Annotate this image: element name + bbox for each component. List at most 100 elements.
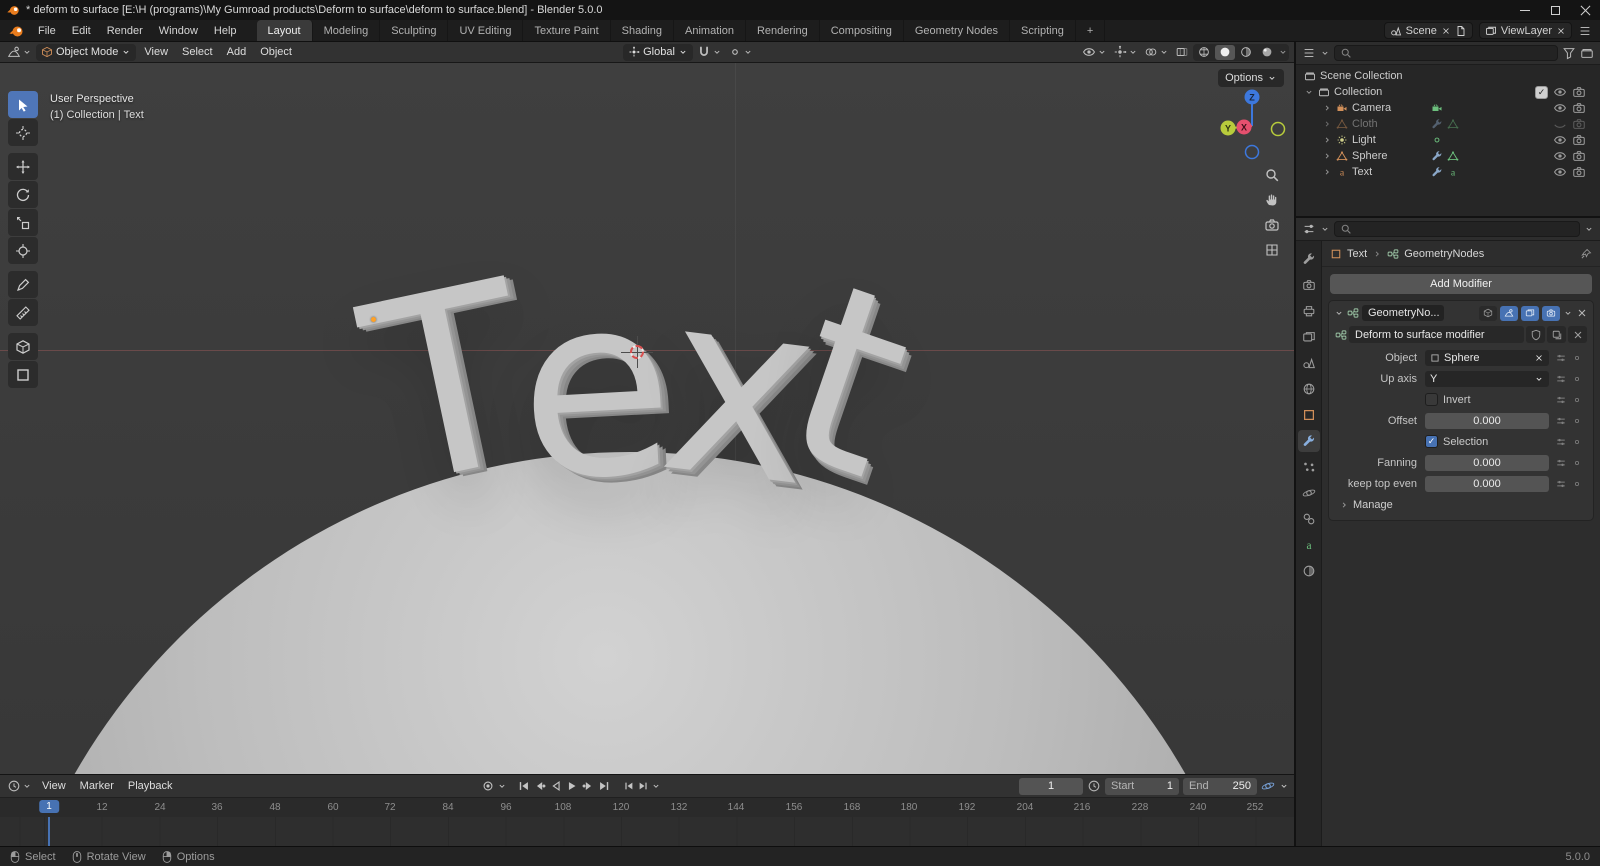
- pin-icon[interactable]: [1580, 248, 1592, 260]
- step-forward-icon[interactable]: [637, 780, 649, 792]
- collection-exclude-checkbox[interactable]: [1535, 85, 1548, 99]
- play-reverse-icon[interactable]: [549, 779, 563, 793]
- jump-to-end-icon[interactable]: [597, 779, 611, 793]
- overlays-dropdown[interactable]: [1142, 45, 1171, 59]
- driver-icon[interactable]: [1555, 394, 1567, 406]
- minimize-button[interactable]: [1510, 0, 1540, 20]
- tab-particles[interactable]: [1298, 456, 1320, 478]
- eye-closed-icon[interactable]: [1553, 117, 1567, 131]
- outliner-editor-icon[interactable]: [1302, 46, 1316, 60]
- shading-rendered-button[interactable]: [1257, 45, 1277, 60]
- realtime-toggle[interactable]: [1500, 305, 1518, 321]
- eye-icon[interactable]: [1553, 165, 1567, 179]
- snap-toggle[interactable]: [695, 45, 724, 59]
- fake-user-button[interactable]: [1526, 326, 1545, 343]
- close-button[interactable]: [1570, 0, 1600, 20]
- new-collection-icon[interactable]: [1580, 46, 1594, 60]
- workspace-tab-sculpting[interactable]: Sculpting: [380, 20, 449, 41]
- timeline-editor-type-button[interactable]: [5, 779, 34, 793]
- outliner-row-sphere[interactable]: Sphere: [1296, 148, 1600, 164]
- tool-measure[interactable]: [8, 299, 38, 326]
- menu-file[interactable]: File: [30, 20, 64, 41]
- jump-to-start-icon[interactable]: [517, 779, 531, 793]
- menu-edit[interactable]: Edit: [64, 20, 99, 41]
- playhead-line[interactable]: [48, 817, 50, 846]
- tool-scale[interactable]: [8, 209, 38, 236]
- up-axis-dropdown[interactable]: Y: [1425, 370, 1549, 387]
- tab-material[interactable]: [1298, 560, 1320, 582]
- workspace-tab-compositing[interactable]: Compositing: [820, 20, 904, 41]
- outliner-row-camera[interactable]: Camera: [1296, 100, 1600, 116]
- workspace-tab-layout[interactable]: Layout: [256, 20, 313, 41]
- tool-transform[interactable]: [8, 237, 38, 264]
- filter-icon[interactable]: [1562, 46, 1576, 60]
- tool-rotate[interactable]: [8, 181, 38, 208]
- tab-object-data[interactable]: [1298, 534, 1320, 556]
- add-workspace-button[interactable]: +: [1076, 20, 1106, 41]
- chevron-right-icon[interactable]: [1322, 167, 1332, 177]
- play-icon[interactable]: [565, 779, 579, 793]
- tool-select-box[interactable]: [8, 91, 38, 118]
- render-camera-icon[interactable]: [1572, 165, 1586, 179]
- text-object[interactable]: Text: [343, 227, 937, 543]
- end-frame-field[interactable]: End 250: [1183, 777, 1257, 795]
- prev-keyframe-icon[interactable]: [533, 779, 547, 793]
- mode-dropdown[interactable]: Object Mode: [36, 43, 137, 61]
- unlink-icon[interactable]: [1556, 26, 1566, 36]
- render-toggle[interactable]: [1542, 305, 1560, 321]
- object-picker-field[interactable]: Sphere: [1425, 349, 1549, 366]
- outliner-row-scene-collection[interactable]: Scene Collection: [1296, 68, 1600, 84]
- unlink-node-group-button[interactable]: [1568, 326, 1587, 343]
- camera-view-button[interactable]: [1262, 215, 1282, 235]
- workspace-tab-geometry-nodes[interactable]: Geometry Nodes: [904, 20, 1011, 41]
- outliner-row-text[interactable]: Text: [1296, 164, 1600, 180]
- outliner-row-cloth[interactable]: Cloth: [1296, 116, 1600, 132]
- keep-top-even-field[interactable]: 0.000: [1425, 475, 1549, 492]
- chevron-down-icon[interactable]: [1304, 87, 1314, 97]
- gizmos-dropdown[interactable]: [1111, 45, 1140, 59]
- eye-icon[interactable]: [1553, 101, 1567, 115]
- menu-add[interactable]: Add: [221, 42, 253, 62]
- transform-orientation-dropdown[interactable]: Global: [623, 43, 693, 61]
- tool-annotate[interactable]: [8, 271, 38, 298]
- menu-help[interactable]: Help: [206, 20, 245, 41]
- view-layer-selector[interactable]: ViewLayer: [1478, 22, 1572, 39]
- manage-subpanel[interactable]: Manage: [1329, 494, 1593, 516]
- timeline-menu-marker[interactable]: Marker: [74, 775, 120, 797]
- blender-menu-button[interactable]: [0, 20, 30, 41]
- gizmo-axis-neg-y[interactable]: [1270, 121, 1286, 137]
- xray-toggle[interactable]: [1173, 45, 1191, 59]
- render-camera-icon[interactable]: [1572, 133, 1586, 147]
- breadcrumb-object[interactable]: Text: [1347, 248, 1367, 260]
- animate-decorator-icon[interactable]: [1572, 437, 1582, 447]
- shading-material-button[interactable]: [1236, 45, 1256, 60]
- workspace-tab-animation[interactable]: Animation: [674, 20, 746, 41]
- scene-selector[interactable]: Scene: [1383, 22, 1473, 39]
- gizmo-axis-neg-z[interactable]: [1244, 144, 1260, 160]
- animate-decorator-icon[interactable]: [1572, 395, 1582, 405]
- shading-solid-button[interactable]: [1215, 44, 1235, 60]
- driver-icon[interactable]: [1555, 373, 1567, 385]
- outliner-search-input[interactable]: [1334, 45, 1558, 61]
- menu-render[interactable]: Render: [99, 20, 151, 41]
- animate-decorator-icon[interactable]: [1572, 416, 1582, 426]
- driver-icon[interactable]: [1555, 436, 1567, 448]
- menu-window[interactable]: Window: [151, 20, 206, 41]
- sync-icon[interactable]: [1261, 779, 1275, 793]
- driver-icon[interactable]: [1555, 352, 1567, 364]
- outliner-row-collection[interactable]: Collection: [1296, 84, 1600, 100]
- eye-icon[interactable]: [1553, 85, 1567, 99]
- menu-object[interactable]: Object: [254, 42, 298, 62]
- render-camera-icon[interactable]: [1572, 149, 1586, 163]
- shading-wireframe-button[interactable]: [1194, 45, 1214, 60]
- chevron-right-icon[interactable]: [1322, 151, 1332, 161]
- workspace-tab-modeling[interactable]: Modeling: [313, 20, 381, 41]
- tab-object[interactable]: [1298, 404, 1320, 426]
- chevron-down-icon[interactable]: [1334, 308, 1344, 318]
- outliner-row-light[interactable]: Light: [1296, 132, 1600, 148]
- new-node-group-button[interactable]: [1547, 326, 1566, 343]
- driver-icon[interactable]: [1555, 415, 1567, 427]
- tab-world[interactable]: [1298, 378, 1320, 400]
- modifier-name-field[interactable]: GeometryNo...: [1362, 305, 1444, 321]
- object-visibility-dropdown[interactable]: [1080, 45, 1109, 59]
